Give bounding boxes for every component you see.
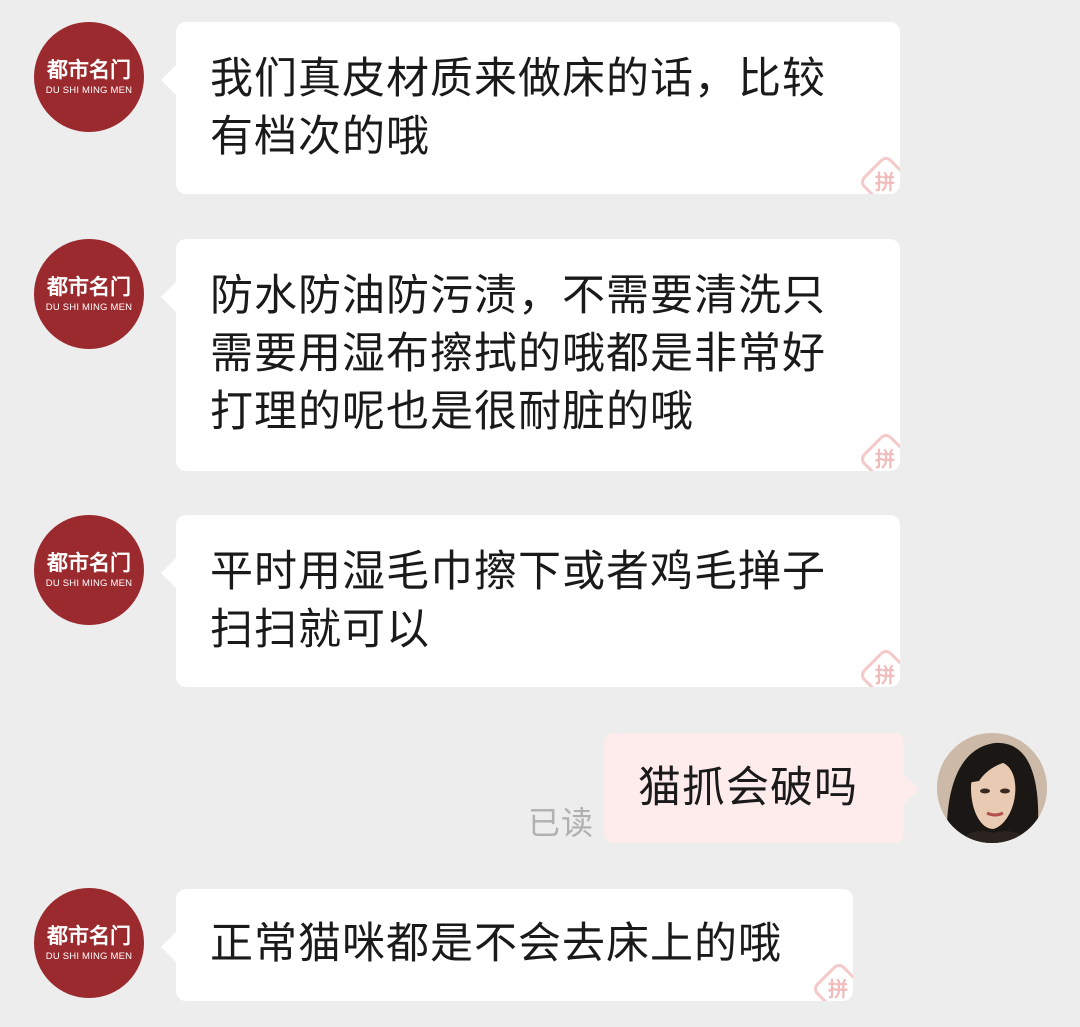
pin-stamp-icon: 拼	[809, 961, 853, 1001]
shop-avatar-name-en: DU SHI MING MEN	[45, 951, 133, 962]
shop-avatar-name-cn: 都市名门	[47, 550, 131, 575]
message-bubble-outgoing[interactable]: 猫抓会破吗	[604, 733, 919, 843]
shop-avatar-name-cn: 都市名门	[47, 923, 131, 948]
pin-stamp-icon: 拼	[856, 647, 900, 687]
message-text-line: 防水防油防污渍，不需要清洗只	[210, 271, 826, 321]
message-bubble[interactable]: 我们真皮材质来做床的话，比较 有档次的哦 拼	[161, 22, 900, 194]
message-text-line: 有档次的哦	[210, 112, 430, 162]
shop-avatar-name-en: DU SHI MING MEN	[45, 85, 133, 96]
shop-avatar[interactable]: 都市名门 DU SHI MING MEN	[34, 22, 144, 132]
message-text-line: 猫抓会破吗	[638, 763, 858, 813]
shop-avatar-name-en: DU SHI MING MEN	[45, 302, 133, 313]
message-text-line: 正常猫咪都是不会去床上的哦	[210, 919, 782, 969]
shop-avatar-name-cn: 都市名门	[47, 274, 131, 299]
message-text-line: 需要用湿布擦拭的哦都是非常好	[210, 329, 826, 379]
shop-avatar-name-cn: 都市名门	[47, 57, 131, 82]
user-avatar[interactable]	[937, 733, 1047, 843]
message-text-line: 扫扫就可以	[210, 605, 430, 655]
message-bubble[interactable]: 防水防油防污渍，不需要清洗只 需要用湿布擦拭的哦都是非常好 打理的呢也是很耐脏的…	[161, 239, 900, 471]
read-status: 已读	[528, 804, 595, 842]
shop-avatar[interactable]: 都市名门 DU SHI MING MEN	[34, 515, 144, 625]
shop-avatar[interactable]: 都市名门 DU SHI MING MEN	[34, 239, 144, 349]
shop-avatar-name-en: DU SHI MING MEN	[45, 578, 133, 589]
message-text-line: 我们真皮材质来做床的话，比较	[210, 54, 826, 104]
message-bubble[interactable]: 平时用湿毛巾擦下或者鸡毛掸子 扫扫就可以 拼	[161, 515, 900, 687]
message-text-line: 平时用湿毛巾擦下或者鸡毛掸子	[210, 547, 826, 597]
message-text-line: 打理的呢也是很耐脏的哦	[210, 387, 694, 437]
shop-avatar[interactable]: 都市名门 DU SHI MING MEN	[34, 888, 144, 998]
message-bubble[interactable]: 正常猫咪都是不会去床上的哦 拼	[161, 889, 853, 1001]
pin-stamp-icon: 拼	[856, 431, 900, 471]
user-avatar-portrait	[937, 733, 1047, 843]
pin-stamp-icon: 拼	[856, 154, 900, 194]
